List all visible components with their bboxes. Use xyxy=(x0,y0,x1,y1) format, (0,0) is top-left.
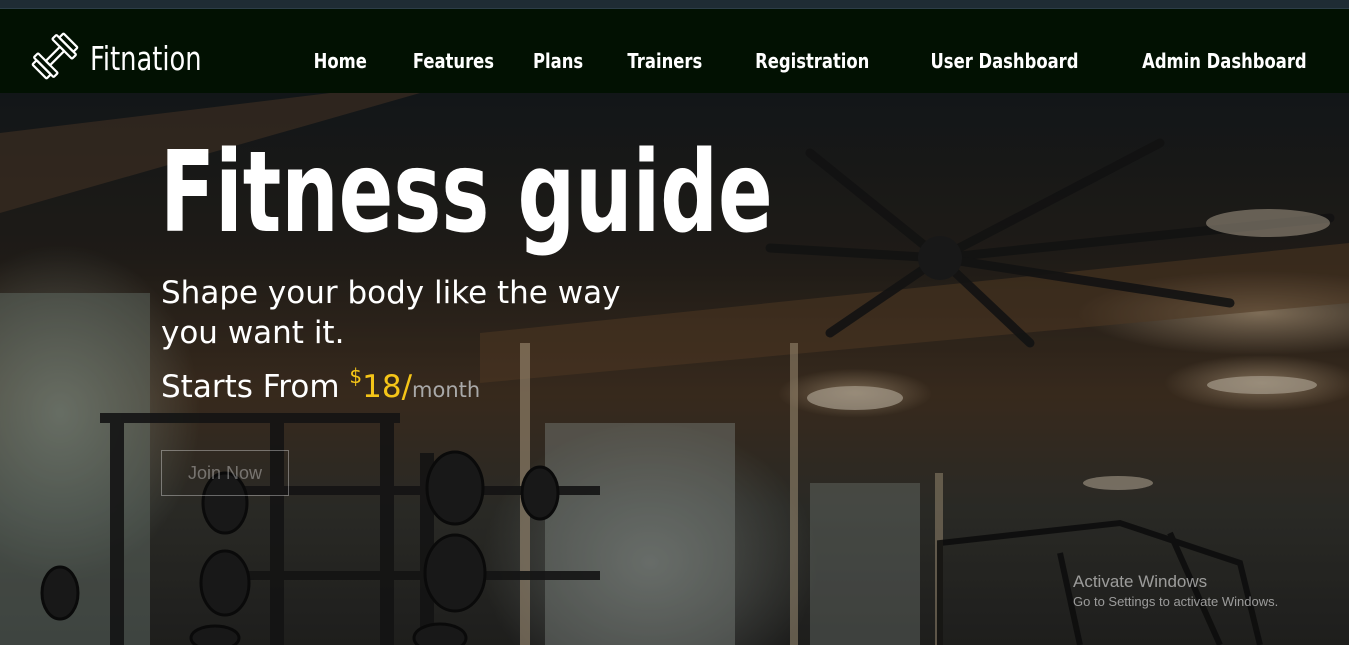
nav-home[interactable]: Home xyxy=(314,49,367,73)
price-prefix: Starts From xyxy=(161,369,350,405)
hero-subtitle: Shape your body like the way you want it… xyxy=(161,275,621,351)
price-line: Starts From $18/month xyxy=(161,364,481,405)
watermark-subtitle: Go to Settings to activate Windows. xyxy=(1073,594,1279,609)
hero-section: Fitness guide Shape your body like the w… xyxy=(0,93,1349,645)
nav-features[interactable]: Features xyxy=(413,49,494,73)
price-amount: 18/ xyxy=(362,369,413,405)
brand-name: Fitnation xyxy=(90,39,202,78)
nav-plans[interactable]: Plans xyxy=(533,49,583,73)
nav-trainers[interactable]: Trainers xyxy=(628,49,703,73)
nav-admin-dashboard[interactable]: Admin Dashboard xyxy=(1142,49,1307,73)
join-now-button[interactable]: Join Now xyxy=(161,450,289,496)
watermark-title: Activate Windows xyxy=(1073,572,1208,591)
nav-registration[interactable]: Registration xyxy=(756,49,870,73)
navbar: Fitnation Home Features Plans Trainers R… xyxy=(0,9,1349,93)
activate-windows-watermark: Activate Windows Go to Settings to activ… xyxy=(1073,572,1278,609)
brand-logo[interactable]: Fitnation xyxy=(30,31,233,86)
price-period: month xyxy=(412,378,481,402)
main-nav: Home Features Plans Trainers Registratio… xyxy=(274,49,1307,73)
hero-title: Fitness guide xyxy=(160,128,773,258)
browser-top-strip xyxy=(0,0,1349,9)
dumbbell-icon xyxy=(30,31,80,86)
price-currency: $ xyxy=(349,364,363,388)
nav-user-dashboard[interactable]: User Dashboard xyxy=(930,49,1078,73)
